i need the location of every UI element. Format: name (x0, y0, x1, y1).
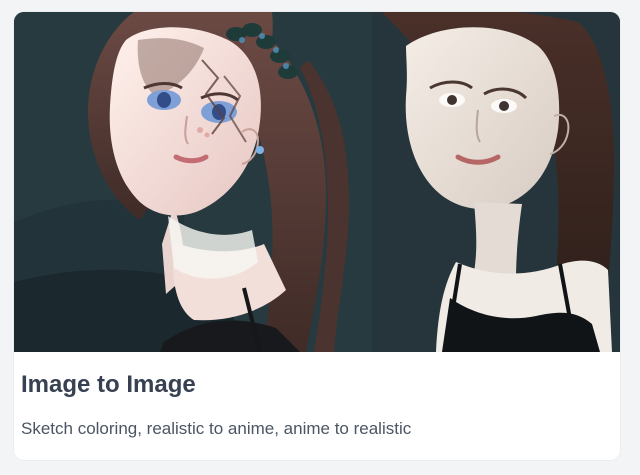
realistic-portrait-image (372, 12, 620, 352)
comparison-preview (14, 12, 620, 352)
anime-portrait-image (14, 12, 372, 352)
card-description: Sketch coloring, realistic to anime, ani… (21, 419, 412, 438)
feature-card[interactable]: Image to Image Sketch coloring, realisti… (14, 12, 620, 460)
card-caption: Image to Image Sketch coloring, realisti… (14, 352, 620, 460)
card-title: Image to Image (21, 371, 196, 398)
